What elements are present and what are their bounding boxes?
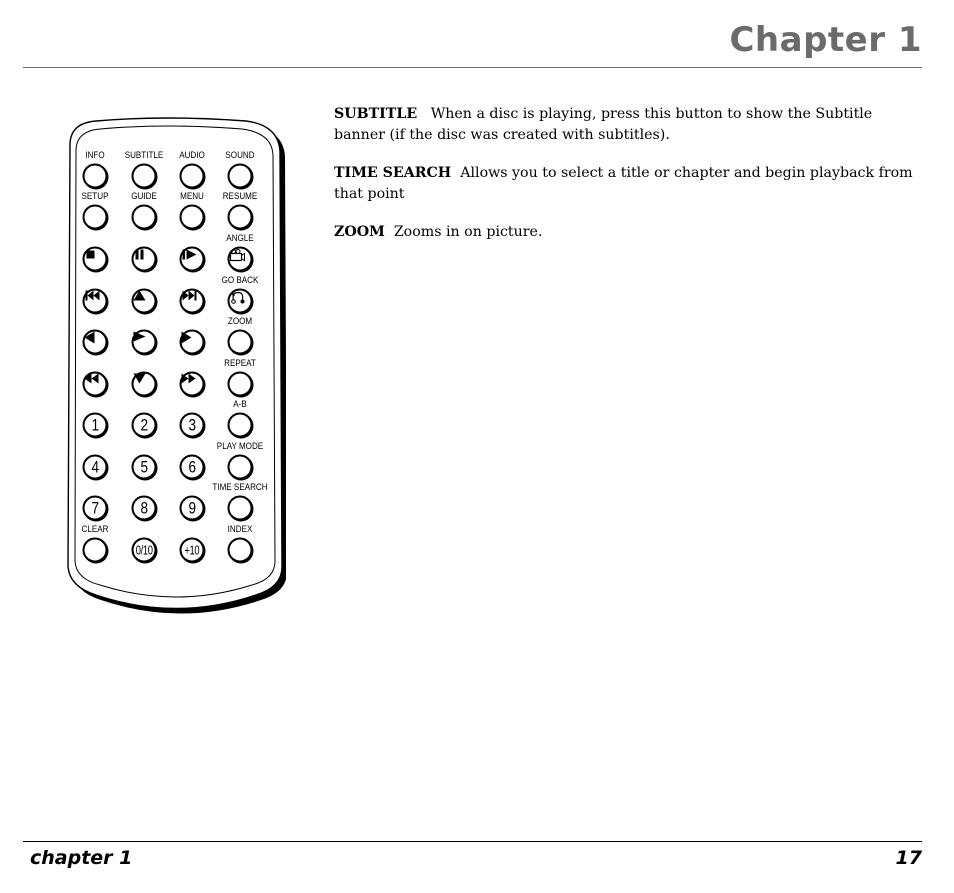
button-text: 1	[91, 415, 99, 435]
button-text: 2	[140, 415, 148, 435]
remote-button-ffwd[interactable]	[179, 371, 205, 397]
button-label-sound: SOUND	[225, 150, 255, 161]
remote-button-menu[interactable]	[179, 204, 205, 230]
remote-button-n4[interactable]: 4	[82, 454, 108, 480]
remote-button-n010[interactable]: 0/10	[131, 537, 157, 563]
remote-button-angle[interactable]	[227, 246, 253, 272]
button-label-audio: AUDIO	[179, 150, 205, 161]
remote-button-timesearch[interactable]	[227, 495, 253, 521]
remote-button-sound[interactable]	[227, 163, 253, 189]
remote-button-n5[interactable]: 5	[131, 454, 157, 480]
remote-button-n3[interactable]: 3	[179, 412, 205, 438]
button-text: 6	[188, 457, 196, 477]
remote-button-n7[interactable]: 7	[82, 495, 108, 521]
button-label-subtitle: SUBTITLE	[124, 150, 164, 161]
remote-control-illustration: INFO SUBTITLE AUDIO SOUND SETUP GUIDE MENU RESU…	[56, 117, 286, 622]
remote-button-n1[interactable]: 1	[82, 412, 108, 438]
remote-button-repeat[interactable]	[227, 371, 253, 397]
remote-button-rewind[interactable]	[82, 371, 108, 397]
description-text: Zooms in on picture.	[393, 224, 543, 240]
footer-chapter-label: chapter 1	[30, 847, 133, 869]
button-label-guide: GUIDE	[131, 191, 157, 202]
remote-button-n9[interactable]: 9	[179, 495, 205, 521]
remote-button-resume[interactable]	[227, 204, 253, 230]
remote-button-setup[interactable]	[82, 204, 108, 230]
chapter-title: Chapter 1	[729, 20, 922, 60]
remote-button-plus10[interactable]: +10	[179, 537, 205, 563]
term: TIME SEARCH	[334, 165, 452, 181]
remote-button-index[interactable]	[227, 537, 253, 563]
button-label-angle: ANGLE	[226, 233, 254, 244]
button-label-goback: GO BACK	[221, 275, 259, 286]
remote-button-up[interactable]	[131, 288, 157, 314]
header-rule	[23, 67, 922, 68]
remote-button-down[interactable]	[131, 371, 157, 397]
remote-button-n2[interactable]: 2	[131, 412, 157, 438]
remote-button-right[interactable]	[179, 329, 205, 355]
button-label-ab: A-B	[233, 399, 247, 410]
button-label-menu: MENU	[180, 191, 204, 202]
button-label-info: INFO	[85, 150, 105, 161]
remote-button-play[interactable]	[131, 329, 157, 355]
button-label-index: INDEX	[227, 524, 253, 535]
button-label-repeat: REPEAT	[224, 358, 256, 369]
remote-button-audio[interactable]	[179, 163, 205, 189]
remote-button-guide[interactable]	[131, 204, 157, 230]
button-label-playmode: PLAY MODE	[216, 441, 264, 452]
button-text: 8	[140, 498, 148, 518]
button-text: +10	[184, 542, 200, 558]
remote-button-ab[interactable]	[227, 412, 253, 438]
remote-button-clear[interactable]	[82, 537, 108, 563]
button-text: 3	[188, 415, 196, 435]
button-label-setup: SETUP	[81, 191, 109, 202]
description-zoom: ZOOM Zooms in on picture.	[334, 222, 924, 243]
remote-button-goback[interactable]	[227, 288, 253, 314]
button-text: 9	[188, 498, 196, 518]
remote-button-subtitle[interactable]	[131, 163, 157, 189]
term: SUBTITLE	[334, 106, 418, 122]
remote-button-pause[interactable]	[131, 246, 157, 272]
button-label-zoom: ZOOM	[227, 316, 253, 327]
remote-button-n6[interactable]: 6	[179, 454, 205, 480]
remote-button-zoom[interactable]	[227, 329, 253, 355]
remote-button-left[interactable]	[82, 329, 108, 355]
description-time-search: TIME SEARCH Allows you to select a title…	[334, 163, 924, 204]
remote-button-step[interactable]	[179, 246, 205, 272]
remote-button-n8[interactable]: 8	[131, 495, 157, 521]
page-number: 17	[895, 847, 922, 869]
button-text: 0/10	[135, 542, 153, 558]
button-label-timesearch: TIME SEARCH	[212, 482, 268, 493]
button-label-resume: RESUME	[222, 191, 258, 202]
term: ZOOM	[334, 224, 385, 240]
description-column: SUBTITLE When a disc is playing, press t…	[334, 104, 924, 261]
description-subtitle: SUBTITLE When a disc is playing, press t…	[334, 104, 924, 145]
remote-button-info[interactable]	[82, 163, 108, 189]
remote-button-prev[interactable]	[82, 288, 108, 314]
remote-button-playmode[interactable]	[227, 454, 253, 480]
button-label-clear: CLEAR	[81, 524, 109, 535]
footer-rule	[23, 841, 922, 842]
button-text: 5	[140, 457, 148, 477]
button-text: 7	[91, 498, 99, 518]
remote-button-stop[interactable]	[82, 246, 108, 272]
button-text: 4	[91, 457, 99, 477]
remote-button-next[interactable]	[179, 288, 205, 314]
